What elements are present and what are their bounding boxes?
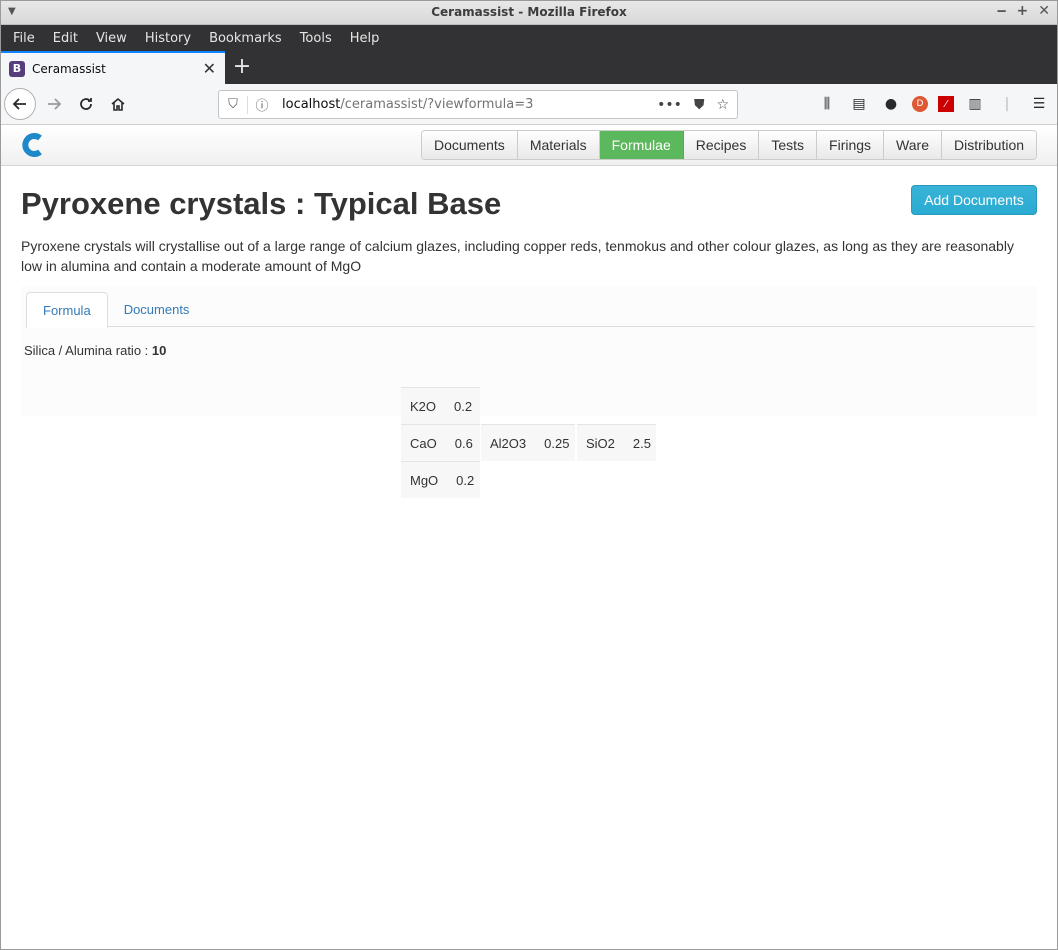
bookmark-star-icon[interactable]: ☆ — [716, 97, 729, 113]
menubar: File Edit View History Bookmarks Tools H… — [0, 25, 1058, 51]
ratio-label: Silica / Alumina ratio : — [24, 343, 152, 358]
nav-ware[interactable]: Ware — [884, 131, 942, 159]
url-host: localhost — [282, 97, 341, 112]
menu-edit[interactable]: Edit — [45, 31, 86, 46]
info-icon[interactable]: ⓘ — [248, 95, 276, 114]
flux-row: K2O 0.2 — [401, 387, 480, 424]
oxide-label: MgO — [410, 472, 439, 488]
flux-row: MgO 0.2 — [401, 461, 480, 498]
oxide-amount: 2.5 — [632, 435, 651, 451]
window-title: Ceramassist - Mozilla Firefox — [431, 5, 627, 19]
account-icon[interactable]: ● — [880, 92, 902, 116]
oxide-amount: 0.2 — [454, 398, 473, 414]
hamburger-menu-icon[interactable]: ☰ — [1028, 92, 1050, 116]
stabilizer-cell: Al2O3 0.25 — [481, 424, 575, 461]
oxide-label: SiO2 — [586, 435, 615, 451]
oxide-amount: 0.2 — [456, 472, 475, 488]
menu-history[interactable]: History — [137, 31, 199, 46]
duckduckgo-icon[interactable]: D — [912, 96, 928, 112]
back-arrow-icon[interactable] — [4, 88, 36, 120]
browser-tab[interactable]: B Ceramassist ✕ — [0, 51, 225, 84]
nav-toolbar: ⛉ ⓘ localhost/ceramassist/?viewformula=3… — [0, 84, 1058, 125]
extension-grid-icon[interactable]: ▥ — [964, 92, 986, 116]
flux-row: CaO 0.6 — [401, 424, 480, 461]
close-tab-icon[interactable]: ✕ — [203, 59, 216, 78]
extension-icon[interactable]: ⁄ — [938, 96, 954, 112]
browser-tab-title: Ceramassist — [32, 61, 106, 76]
menu-help[interactable]: Help — [342, 31, 388, 46]
bootstrap-favicon-icon: B — [9, 60, 25, 77]
formula-panel: Formula Documents Silica / Alumina ratio… — [21, 286, 1037, 416]
app-nav-group: Documents Materials Formulae Recipes Tes… — [421, 130, 1038, 160]
page-actions-icon[interactable]: ••• — [657, 97, 682, 113]
tab-strip: B Ceramassist ✕ + — [0, 51, 1058, 84]
tab-formula[interactable]: Formula — [26, 292, 108, 328]
reload-icon[interactable] — [70, 88, 102, 120]
add-documents-button[interactable]: Add Documents — [911, 185, 1037, 215]
home-icon[interactable] — [102, 88, 134, 120]
oxide-label: K2O — [410, 398, 437, 414]
tab-documents[interactable]: Documents — [108, 292, 206, 327]
nav-tests[interactable]: Tests — [759, 131, 818, 159]
maximize-icon[interactable]: + — [1017, 3, 1029, 19]
library-icon[interactable]: ⫼ — [816, 92, 838, 116]
nav-materials[interactable]: Materials — [517, 131, 600, 159]
oxide-label: CaO — [410, 435, 437, 451]
url-bar[interactable]: ⛉ ⓘ localhost/ceramassist/?viewformula=3… — [218, 90, 738, 119]
formula-description: Pyroxene crystals will crystallise out o… — [21, 238, 1014, 274]
url-text[interactable]: localhost/ceramassist/?viewformula=3 — [282, 97, 657, 112]
close-window-icon[interactable]: ✕ — [1038, 3, 1050, 19]
menu-tools[interactable]: Tools — [292, 31, 340, 46]
pocket-icon[interactable]: ⛊ — [694, 97, 705, 113]
formula-tabs: Formula Documents — [26, 292, 1034, 328]
nav-distribution[interactable]: Distribution — [941, 131, 1037, 159]
menu-view[interactable]: View — [88, 31, 135, 46]
nav-recipes[interactable]: Recipes — [683, 131, 760, 159]
toolbar-divider: | — [1004, 96, 1010, 112]
nav-documents[interactable]: Documents — [422, 131, 518, 159]
glass-former-cell: SiO2 2.5 — [577, 424, 656, 461]
menu-bookmarks[interactable]: Bookmarks — [201, 31, 290, 46]
shield-icon[interactable]: ⛉ — [219, 97, 247, 112]
oxide-label: Al2O3 — [490, 435, 527, 451]
oxide-amount: 0.6 — [454, 435, 473, 451]
silica-alumina-ratio: Silica / Alumina ratio : 10 — [24, 343, 166, 358]
url-path: /ceramassist/?viewformula=3 — [340, 97, 534, 112]
sidebar-icon[interactable]: ▤ — [848, 92, 870, 116]
ceramassist-logo-icon[interactable] — [20, 132, 46, 158]
nav-firings[interactable]: Firings — [817, 131, 885, 159]
nav-formulae[interactable]: Formulae — [599, 131, 684, 159]
oxide-amount: 0.25 — [544, 435, 570, 451]
app-navbar: Documents Materials Formulae Recipes Tes… — [0, 126, 1058, 166]
new-tab-icon[interactable]: + — [231, 55, 253, 79]
menu-file[interactable]: File — [5, 31, 43, 46]
page-title: Pyroxene crystals : Typical Base — [21, 186, 502, 221]
forward-arrow-icon[interactable] — [38, 88, 70, 120]
window-titlebar: ▼ Ceramassist - Mozilla Firefox ‒ + ✕ — [0, 0, 1058, 25]
ratio-value: 10 — [151, 343, 167, 358]
minimize-icon[interactable]: ‒ — [997, 3, 1007, 19]
